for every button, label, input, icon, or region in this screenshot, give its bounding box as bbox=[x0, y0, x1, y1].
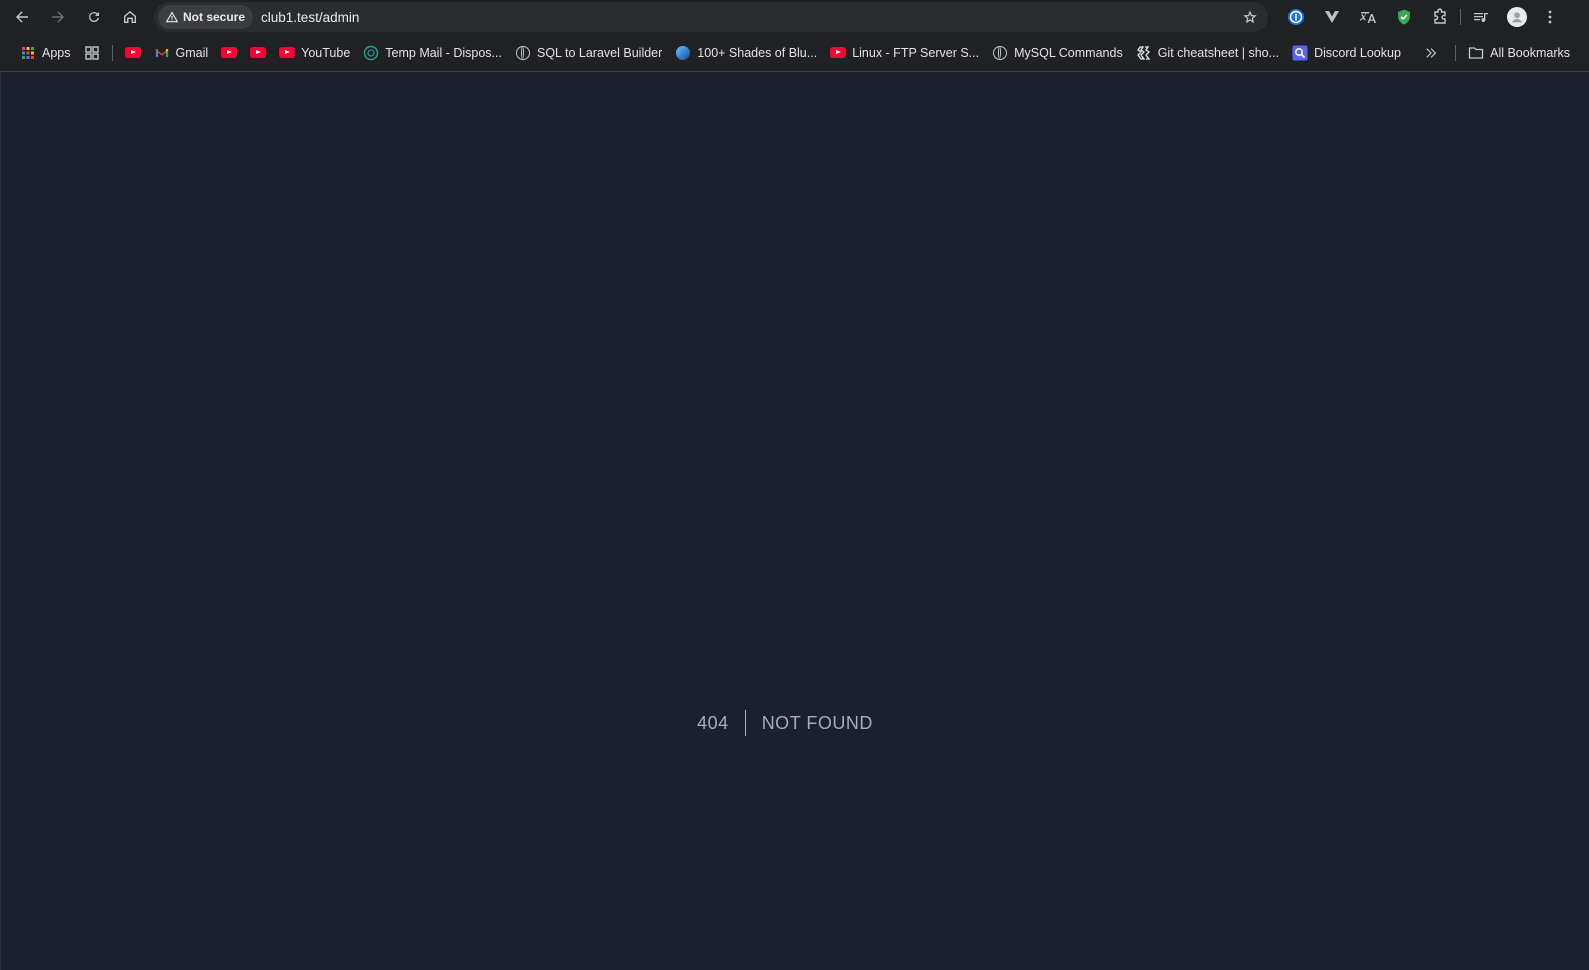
bookmark-label: All Bookmarks bbox=[1490, 46, 1570, 60]
extensions-area bbox=[1278, 0, 1565, 34]
bookmark-apps[interactable]: Apps bbox=[14, 39, 78, 67]
warning-icon bbox=[165, 11, 179, 23]
bookmark-label: MySQL Commands bbox=[1014, 45, 1123, 60]
star-icon bbox=[1243, 10, 1257, 24]
menu-button[interactable] bbox=[1535, 0, 1565, 34]
bookmark-label: 100+ Shades of Blu... bbox=[697, 45, 818, 60]
bookmarks-right-area: All Bookmarks bbox=[1413, 39, 1577, 67]
folder-icon bbox=[1468, 45, 1484, 61]
bookmarks-separator bbox=[1455, 45, 1457, 61]
bookmark-label: SQL to Laravel Builder bbox=[536, 45, 663, 60]
blue-circle-icon bbox=[675, 45, 691, 61]
arrow-right-icon bbox=[52, 11, 64, 23]
bookmark-label: Temp Mail - Dispos... bbox=[385, 45, 502, 60]
youtube-icon bbox=[250, 45, 267, 61]
bookmark-git[interactable]: Git cheatsheet | sho... bbox=[1130, 39, 1286, 67]
reload-button[interactable] bbox=[76, 0, 112, 34]
all-bookmarks-button[interactable]: All Bookmarks bbox=[1462, 39, 1577, 67]
bookmark-tab-groups[interactable] bbox=[78, 39, 106, 67]
bookmark-star-button[interactable] bbox=[1236, 3, 1264, 31]
apps-grid-icon bbox=[20, 45, 36, 61]
bookmark-mysql[interactable]: MySQL Commands bbox=[986, 39, 1130, 67]
arrow-left-icon bbox=[16, 11, 28, 23]
bookmark-gmail[interactable]: Gmail bbox=[148, 39, 216, 67]
bookmark-youtube-2[interactable] bbox=[215, 39, 244, 67]
home-icon bbox=[124, 11, 136, 23]
translate-icon bbox=[1360, 12, 1376, 23]
toolbar-separator bbox=[1460, 9, 1461, 25]
bookmark-label: Git cheatsheet | sho... bbox=[1157, 45, 1280, 60]
person-icon bbox=[1512, 12, 1522, 23]
youtube-icon bbox=[221, 45, 238, 61]
avatar bbox=[1507, 7, 1527, 27]
bookmark-label: Gmail bbox=[175, 45, 209, 60]
page-content: 404 NOT FOUND bbox=[0, 72, 1589, 970]
bookmark-label: YouTube bbox=[301, 45, 351, 60]
media-controls-button[interactable] bbox=[1463, 0, 1499, 34]
gmail-icon bbox=[154, 45, 170, 61]
bookmark-linux-ftp[interactable]: Linux - FTP Server S... bbox=[824, 39, 986, 67]
shield-extension[interactable] bbox=[1386, 0, 1422, 34]
forward-button[interactable] bbox=[40, 0, 76, 34]
reload-icon bbox=[89, 12, 99, 23]
globe-icon bbox=[992, 45, 1008, 61]
bookmark-youtube-3[interactable] bbox=[244, 39, 273, 67]
home-button[interactable] bbox=[112, 0, 148, 34]
bookmark-sql-laravel[interactable]: SQL to Laravel Builder bbox=[509, 39, 669, 67]
back-button[interactable] bbox=[4, 0, 40, 34]
bookmark-temp-mail[interactable]: Temp Mail - Dispos... bbox=[357, 39, 509, 67]
bookmark-youtube-1[interactable] bbox=[119, 39, 148, 67]
temp-mail-icon bbox=[363, 45, 379, 61]
extensions-button[interactable] bbox=[1422, 0, 1458, 34]
bookmark-label: Discord Lookup bbox=[1314, 45, 1401, 60]
address-bar[interactable]: Not secure club1.test/admin bbox=[154, 2, 1268, 32]
browser-window: Not secure club1.test/admin Apps Gmail Y… bbox=[0, 0, 1589, 970]
security-label: Not secure bbox=[183, 10, 246, 24]
youtube-icon bbox=[279, 45, 296, 61]
v-logo-icon bbox=[1325, 11, 1339, 23]
globe-icon bbox=[515, 45, 531, 61]
profile-button[interactable] bbox=[1499, 0, 1535, 34]
error-text: NOT FOUND bbox=[761, 713, 873, 733]
error-message: 404 NOT FOUND bbox=[1, 710, 1589, 736]
vue-devtools-extension[interactable] bbox=[1314, 0, 1350, 34]
shield-icon bbox=[1398, 9, 1410, 25]
bookmark-label: Linux - FTP Server S... bbox=[852, 45, 980, 60]
more-vert-icon bbox=[1548, 10, 1552, 24]
git-icon bbox=[1136, 45, 1152, 61]
password-manager-extension[interactable] bbox=[1278, 0, 1314, 34]
bookmark-discord[interactable]: Discord Lookup bbox=[1286, 39, 1408, 67]
bookmark-shades[interactable]: 100+ Shades of Blu... bbox=[669, 39, 824, 67]
translate-extension[interactable] bbox=[1350, 0, 1386, 34]
playlist-icon bbox=[1474, 13, 1488, 23]
bookmark-youtube[interactable]: YouTube bbox=[273, 39, 357, 67]
bookmarks-separator bbox=[111, 44, 113, 61]
bookmarks-bar: Apps Gmail YouTube Temp Mail - Dispos...… bbox=[0, 34, 1589, 72]
chevron-double-right-icon bbox=[1423, 45, 1439, 61]
more-bookmarks-button[interactable] bbox=[1413, 39, 1449, 67]
search-icon bbox=[1292, 45, 1308, 61]
youtube-icon bbox=[830, 45, 847, 61]
puzzle-icon bbox=[1434, 8, 1446, 24]
tab-grid-icon bbox=[84, 45, 100, 61]
bookmark-label: Apps bbox=[42, 45, 71, 60]
browser-toolbar: Not secure club1.test/admin bbox=[0, 0, 1589, 34]
youtube-icon bbox=[124, 45, 141, 61]
password-manager-icon bbox=[1288, 9, 1304, 25]
url-text[interactable]: club1.test/admin bbox=[261, 10, 1236, 25]
security-chip[interactable]: Not secure bbox=[158, 5, 254, 29]
error-code: 404 bbox=[697, 710, 746, 736]
